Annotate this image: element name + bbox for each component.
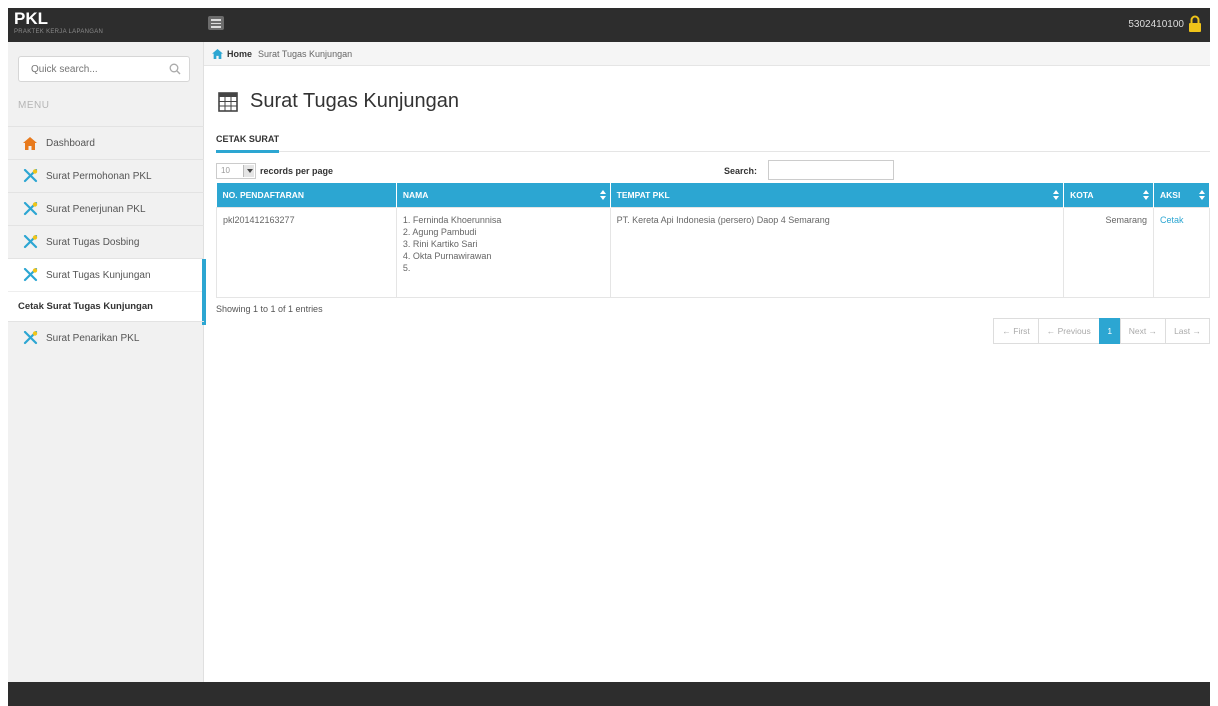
records-per-page-value: 10: [221, 166, 230, 175]
breadcrumb: Home Surat Tugas Kunjungan: [204, 42, 1210, 66]
sidebar-item-surat-tugas-kunjungan[interactable]: Surat Tugas Kunjungan: [8, 258, 206, 325]
pagination-page-1[interactable]: 1: [1098, 318, 1121, 344]
sidebar-item-surat-tugas-dosbing[interactable]: Surat Tugas Dosbing: [8, 225, 204, 258]
tab-bar: CETAK SURAT: [216, 134, 1210, 153]
brand-subtitle: Praktek Kerja Lapangan: [14, 29, 104, 35]
pagination-previous[interactable]: ← Previous: [1037, 318, 1100, 344]
footer: [8, 682, 1210, 706]
table-controls: 10 records per page Search:: [216, 160, 1210, 181]
nama-line: 1. Ferninda Khoerunnisa: [402, 214, 502, 225]
sidebar-item-label: Surat Penarikan PKL: [46, 332, 140, 344]
table-icon: [218, 91, 238, 112]
column-header-aksi[interactable]: AKSI: [1153, 183, 1210, 207]
column-header-tempat-pkl[interactable]: TEMPAT PKL: [610, 183, 1065, 207]
sort-icon: [599, 190, 606, 200]
menu-label: MENU: [18, 100, 50, 111]
top-navbar: PKL Praktek Kerja Lapangan 5302410100: [8, 8, 1210, 42]
page-header: Surat Tugas Kunjungan: [218, 90, 459, 113]
sort-icon: [1199, 190, 1205, 200]
nama-line: 4. Okta Purnawirawan: [402, 250, 492, 261]
pagination: ← First ← Previous 1 Next → Last →: [993, 318, 1210, 344]
sidebar-item-label: Surat Penerjunan PKL: [46, 203, 146, 215]
sidebar-item-label: Surat Tugas Kunjungan: [46, 269, 151, 281]
records-per-page-select[interactable]: 10: [216, 163, 256, 179]
tools-icon: [22, 169, 38, 183]
sidebar-nav: Dashboard Surat Permohonan PKL Surat Pen…: [8, 126, 206, 354]
menu-toggle-icon[interactable]: [208, 16, 224, 30]
sidebar-item-surat-penarikan[interactable]: Surat Penarikan PKL: [8, 321, 204, 354]
lock-icon[interactable]: [1188, 15, 1202, 33]
table-search-label: Search:: [724, 166, 758, 176]
tab-cetak-surat[interactable]: CETAK SURAT: [216, 134, 280, 153]
pagination-last[interactable]: Last →: [1165, 318, 1210, 344]
cell-aksi: Cetak: [1153, 206, 1210, 298]
cell-kota: Semarang: [1063, 206, 1154, 298]
breadcrumb-current: Surat Tugas Kunjungan: [258, 48, 353, 59]
tools-icon: [22, 235, 38, 249]
sidebar-item-surat-permohonan[interactable]: Surat Permohonan PKL: [8, 159, 204, 192]
page-title: Surat Tugas Kunjungan: [250, 90, 460, 112]
sidebar-subitem-cetak[interactable]: Cetak Surat Tugas Kunjungan: [8, 291, 204, 321]
table-row: pkl201412163277 1. Ferninda Khoerunnisa …: [216, 206, 1210, 298]
tools-icon: [22, 331, 38, 345]
sidebar-item-dashboard[interactable]: Dashboard: [8, 126, 204, 159]
home-icon: [22, 136, 38, 150]
sort-icon: [1143, 190, 1149, 200]
home-icon: [212, 48, 223, 59]
tools-icon: [22, 268, 38, 282]
data-table: NO. PENDAFTARAN NAMA TEMPAT PKL KOTA AKS…: [216, 183, 1210, 298]
brand-title: PKL: [14, 9, 48, 28]
nama-line: 2. Agung Pambudi: [402, 226, 477, 237]
breadcrumb-home[interactable]: Home: [227, 49, 252, 59]
table-search-input[interactable]: [768, 160, 894, 180]
search-icon[interactable]: [169, 63, 181, 75]
pagination-first[interactable]: ← First: [993, 318, 1039, 344]
table-info: Showing 1 to 1 of 1 entries: [216, 304, 323, 314]
cell-nama: 1. Ferninda Khoerunnisa 2. Agung Pambudi…: [395, 206, 611, 298]
column-header-no-pendaftaran[interactable]: NO. PENDAFTARAN: [216, 183, 397, 207]
sidebar-item-label: Surat Permohonan PKL: [46, 170, 152, 182]
quick-search[interactable]: [18, 56, 190, 82]
pagination-next[interactable]: Next →: [1119, 318, 1167, 344]
sidebar-item-surat-penerjunan[interactable]: Surat Penerjunan PKL: [8, 192, 204, 225]
nama-line: 3. Rini Kartiko Sari: [402, 238, 478, 249]
column-header-kota[interactable]: KOTA: [1063, 183, 1154, 207]
user-id[interactable]: 5302410100: [1128, 19, 1184, 30]
sidebar-item-label: Surat Tugas Dosbing: [46, 236, 140, 248]
sort-icon: [1053, 190, 1060, 200]
tools-icon: [22, 202, 38, 216]
quick-search-input[interactable]: [19, 57, 159, 81]
sidebar-item-label: Dashboard: [46, 137, 95, 149]
column-header-nama[interactable]: NAMA: [396, 183, 611, 207]
nama-line: 5.: [402, 262, 411, 273]
cell-tempat-pkl: PT. Kereta Api Indonesia (persero) Daop …: [609, 206, 1065, 298]
records-per-page-label: records per page: [260, 166, 334, 176]
cetak-link[interactable]: Cetak: [1160, 215, 1184, 225]
brand-logo[interactable]: PKL Praktek Kerja Lapangan: [8, 8, 204, 42]
cell-no-pendaftaran: pkl201412163277: [216, 206, 397, 298]
chevron-down-icon[interactable]: [243, 165, 254, 177]
sidebar: MENU Dashboard Surat Permohonan PKL Sura…: [8, 42, 206, 682]
